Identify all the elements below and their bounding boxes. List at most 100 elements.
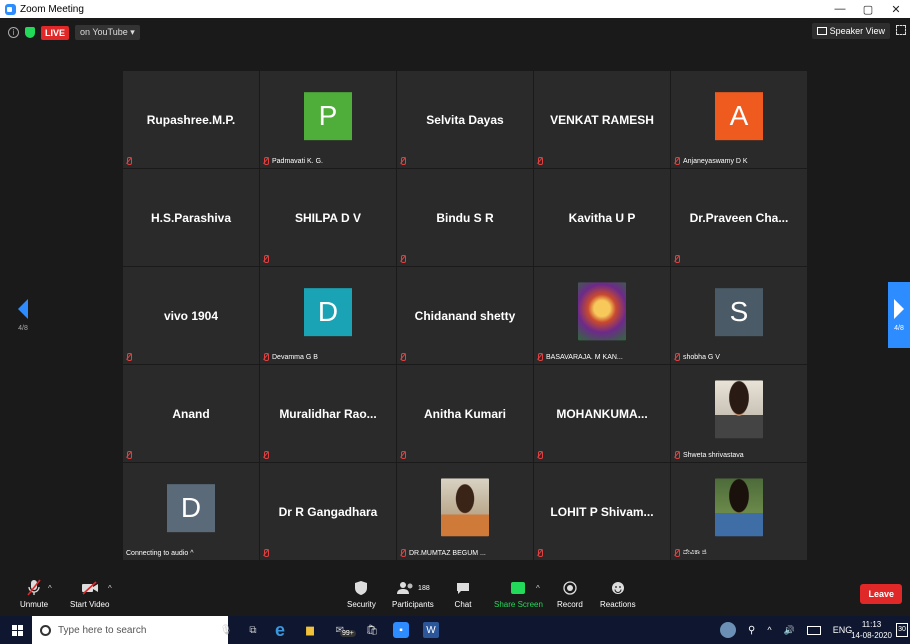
people-icon[interactable]: ⚲ (748, 625, 755, 636)
participant-tile[interactable]: P Padmavati K. G. (260, 71, 396, 168)
participant-tile[interactable]: BASAVARAJA. M KAN... (534, 267, 670, 364)
participant-label: Padmavati K. G. (263, 157, 323, 165)
participant-photo (715, 379, 763, 438)
fullscreen-icon[interactable] (896, 25, 906, 35)
participant-label (537, 157, 546, 165)
participant-label (400, 353, 409, 361)
participant-name: H.S.Parashiva (150, 210, 232, 225)
participant-name: VENKAT RAMESH (550, 112, 654, 127)
microphone-icon[interactable]: 🎙 (218, 622, 234, 638)
participant-photo (578, 281, 626, 340)
live-badge[interactable]: LIVE (41, 25, 70, 40)
mic-muted-icon (400, 255, 406, 263)
youtube-stream-dropdown[interactable]: on YouTube ▾ (75, 25, 140, 40)
participant-tile[interactable]: vivo 1904 (123, 267, 259, 364)
taskbar-search-box[interactable]: Type here to search (32, 616, 228, 644)
system-tray: ⚲ ^ 🔊 ENG (720, 616, 852, 644)
participant-name: Anand (172, 406, 210, 421)
mic-muted-icon (537, 549, 543, 557)
participant-label-text: DR.MUMTAZ BEGUM ... (409, 549, 486, 557)
keyboard-icon[interactable] (806, 625, 821, 635)
word-taskbar-icon[interactable]: W (423, 622, 439, 638)
participant-label (263, 255, 272, 263)
zoom-taskbar-icon[interactable]: ▪ (393, 622, 409, 638)
participant-tile[interactable]: A Anjaneyaswamy D K (671, 71, 807, 168)
security-button[interactable]: Security (347, 579, 376, 609)
participant-tile[interactable]: VENKAT RAMESH (534, 71, 670, 168)
audio-options-chevron-icon[interactable]: ^ (48, 584, 52, 593)
participant-tile[interactable]: D Devamma G B (260, 267, 396, 364)
participant-label (400, 451, 409, 459)
participant-tile[interactable]: Dr.Praveen Cha... (671, 169, 807, 266)
participant-name: MOHANKUMA... (556, 406, 648, 421)
participant-tile[interactable]: Anand (123, 365, 259, 462)
language-indicator[interactable]: ENG (833, 625, 853, 635)
next-page-button[interactable]: 4/8 (888, 282, 910, 348)
speaker-view-button[interactable]: Speaker View (811, 23, 890, 39)
participant-tile[interactable]: Dr R Gangadhara (260, 463, 396, 560)
mic-muted-icon (674, 549, 680, 557)
participant-tile[interactable]: Anitha Kumari (397, 365, 533, 462)
reactions-button[interactable]: Reactions (600, 579, 636, 609)
task-view-icon[interactable]: ⧉ (245, 622, 261, 638)
mail-badge: 99+ (340, 630, 356, 637)
participant-tile[interactable]: SHILPA D V (260, 169, 396, 266)
mic-muted-icon (400, 353, 406, 361)
cortana-circle-icon (40, 624, 51, 636)
maximize-button[interactable]: ▢ (854, 0, 882, 18)
participant-label-text: Shweta shrivastava (683, 451, 744, 459)
notifications-icon[interactable]: 30 (896, 623, 908, 637)
edge-browser-icon[interactable]: e (272, 620, 288, 640)
participant-tile[interactable]: DR.MUMTAZ BEGUM ... (397, 463, 533, 560)
video-options-chevron-icon[interactable]: ^ (108, 584, 112, 593)
previous-page-button[interactable]: 4/8 (12, 282, 34, 348)
participant-tile[interactable]: LOHIT P Shivam... (534, 463, 670, 560)
participant-name: Anitha Kumari (423, 406, 506, 421)
participant-tile[interactable]: Rupashree.M.P. (123, 71, 259, 168)
participant-tile[interactable]: Sshobha G V (671, 267, 807, 364)
close-button[interactable]: ✕ (882, 0, 910, 18)
volume-icon[interactable]: 🔊 (784, 625, 795, 636)
gallery-grid: Rupashree.M.P. P Padmavati K. G. Selvita Da… (123, 71, 807, 561)
start-video-label: Start Video (70, 600, 110, 609)
participant-tile[interactable]: MOHANKUMA... (534, 365, 670, 462)
minimize-button[interactable]: — (826, 0, 854, 18)
participant-label: DR.MUMTAZ BEGUM ... (400, 549, 486, 557)
encryption-shield-icon[interactable] (25, 27, 35, 38)
clock-time: 11:13 (861, 620, 882, 629)
chat-button[interactable]: Chat (454, 579, 472, 609)
leave-button[interactable]: Leave (860, 584, 902, 604)
windows-start-icon[interactable] (12, 625, 23, 636)
mic-muted-icon (263, 353, 269, 361)
participant-label: ದೇವಿಕಾ ಜಿ (674, 549, 707, 557)
participant-label: BASAVARAJA. M KAN... (537, 353, 623, 361)
participant-tile[interactable]: Chidanand shetty (397, 267, 533, 364)
file-explorer-icon[interactable]: ▆ (302, 622, 318, 638)
record-button[interactable]: Record (557, 579, 583, 609)
share-screen-icon (509, 579, 527, 597)
participant-tile[interactable]: Kavitha U P (534, 169, 670, 266)
store-bag-icon[interactable]: 🛍 (364, 622, 380, 638)
record-icon (561, 579, 579, 597)
participant-tile[interactable]: Bindu S R (397, 169, 533, 266)
user-avatar-icon[interactable] (720, 622, 736, 638)
page-indicator-right: 4/8 (894, 324, 904, 332)
participant-tile[interactable]: Muralidhar Rao... (260, 365, 396, 462)
participants-button[interactable]: 188 Participants (392, 579, 434, 609)
taskbar-clock[interactable]: 11:13 14-08-2020 (851, 619, 892, 641)
participant-label (263, 451, 272, 459)
start-video-button[interactable]: Start Video (70, 579, 109, 609)
participant-tile[interactable]: Shweta shrivastava (671, 365, 807, 462)
share-options-chevron-icon[interactable]: ^ (536, 584, 540, 593)
info-icon[interactable]: i (8, 27, 19, 38)
participant-tile[interactable]: D Connecting to audio ^ (123, 463, 259, 560)
participant-tile[interactable]: Selvita Dayas (397, 71, 533, 168)
participant-tile[interactable]: H.S.Parashiva (123, 169, 259, 266)
meeting-toolbar: Unmute ^ Start Video ^ Security 188 Part… (0, 576, 910, 616)
participant-tile[interactable]: ದೇವಿಕಾ ಜಿ (671, 463, 807, 560)
participant-label (126, 451, 135, 459)
unmute-button[interactable]: Unmute (20, 579, 48, 609)
security-label: Security (347, 600, 376, 609)
chevron-left-icon (18, 298, 28, 319)
chevron-up-icon[interactable]: ^ (767, 625, 771, 635)
